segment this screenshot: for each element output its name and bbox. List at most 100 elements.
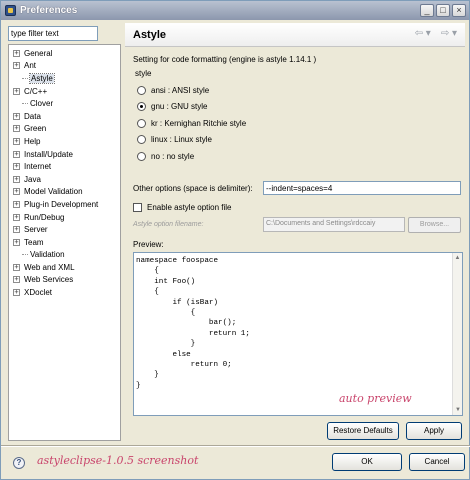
code-line: { [136,308,196,317]
tree-item[interactable]: + XDoclet [9,286,120,299]
tree-item-label: Green [24,124,47,134]
tree-item-label: Team [24,237,44,247]
expand-icon[interactable]: + [13,87,20,95]
tree-item[interactable]: + Data [9,110,120,123]
expand-icon[interactable]: + [13,175,20,183]
maximize-button[interactable]: □ [436,4,450,17]
tree-item[interactable]: + Team [9,236,120,249]
expand-icon[interactable]: + [13,62,20,70]
code-preview[interactable]: namespace foospace { int Foo() { if (isB… [133,252,463,416]
expand-icon[interactable]: + [13,163,20,171]
other-options-input[interactable] [263,181,461,195]
code-line: if (isBar) [136,298,219,307]
style-radio-option[interactable]: no : no style [137,148,246,165]
other-options-label: Other options (space is delimiter): [133,184,253,193]
enable-option-file-label: Enable astyle option file [147,203,232,212]
expand-icon[interactable]: + [13,200,20,208]
back-arrow-icon[interactable]: ⇦ ▾ [415,28,431,39]
tree-item-label: XDoclet [24,288,53,298]
style-radio-option[interactable]: linux : Linux style [137,132,246,149]
tree-item[interactable]: + Java [9,173,120,186]
tree-item-label: Model Validation [24,187,83,197]
expand-icon[interactable]: + [13,137,20,145]
tree-item[interactable]: Astyle [9,72,120,85]
tree-item-label: Ant [24,61,37,71]
tree-item[interactable]: + Web and XML [9,261,120,274]
code-line: { [136,267,159,276]
code-line: return 1; [136,329,250,338]
auto-preview-annotation: auto preview [339,392,412,405]
style-radio-option[interactable]: gnu : GNU style [137,99,246,116]
tree-item-label: Run/Debug [24,212,65,222]
tree-item-label: Data [24,111,41,121]
eclipse-app-icon [5,5,16,16]
tree-item[interactable]: + General [9,47,120,60]
expand-icon[interactable]: + [13,226,20,234]
tree-item[interactable]: + Server [9,223,120,236]
radio-button[interactable] [137,135,146,145]
expand-icon[interactable]: + [13,150,20,158]
ok-button[interactable]: OK [332,453,402,471]
tree-item[interactable]: + Internet [9,160,120,173]
expand-icon[interactable]: + [13,276,20,284]
expand-icon[interactable]: + [13,49,20,57]
tree-item[interactable]: + Run/Debug [9,211,120,224]
tree-item-label: Clover [30,99,54,109]
preview-scrollbar[interactable]: ▲ ▼ [452,253,462,415]
radio-button[interactable] [137,151,146,161]
tree-item[interactable]: + Model Validation [9,186,120,199]
radio-button[interactable] [137,118,146,128]
code-line: } [136,371,159,380]
style-option-label: linux : Linux style [151,135,212,145]
tree-item[interactable]: + Green [9,123,120,136]
style-option-label: no : no style [151,151,195,161]
filter-input[interactable] [8,26,98,41]
preview-label: Preview: [133,240,164,249]
tree-item-label: Server [24,225,48,235]
style-radio-option[interactable]: kr : Kernighan Ritchie style [137,115,246,132]
help-icon[interactable]: ? [13,457,25,469]
preferences-window: Preferences _ □ × +General+AntAstyle+C/C… [0,0,470,480]
tree-item-label: Web Services [24,275,74,285]
enable-option-file-checkbox[interactable]: Enable astyle option file [133,203,232,212]
tree-item-label: Web and XML [24,262,75,272]
checkbox-box[interactable] [133,203,142,212]
preview-code: namespace foospace { int Foo() { if (isB… [136,256,250,391]
apply-button[interactable]: Apply [406,422,462,440]
scroll-up-icon[interactable]: ▲ [453,253,462,263]
page-title: Astyle [133,29,167,41]
code-line: { [136,288,159,297]
tree-item[interactable]: + Help [9,135,120,148]
astyle-preference-page: Astyle ⇦ ▾ ⇨ ▾ Setting for code formatti… [125,23,465,445]
cancel-button[interactable]: Cancel [409,453,465,471]
tree-item-label: Java [24,174,41,184]
style-radio-option[interactable]: ansi : ANSI style [137,82,246,99]
tree-item[interactable]: + Ant [9,60,120,73]
code-line: int Foo() [136,277,196,286]
tree-item[interactable]: + Install/Update [9,148,120,161]
expand-icon[interactable]: + [13,289,20,297]
style-option-label: gnu : GNU style [151,102,208,112]
tree-item[interactable]: Clover [9,97,120,110]
tree-item[interactable]: + Web Services [9,274,120,287]
expand-icon[interactable]: + [13,188,20,196]
expand-icon[interactable]: + [13,125,20,133]
close-button[interactable]: × [452,4,466,17]
window-title: Preferences [20,5,78,16]
forward-arrow-icon[interactable]: ⇨ ▾ [441,28,457,39]
expand-icon[interactable]: + [13,238,20,246]
title-bar[interactable]: Preferences _ □ × [1,1,469,20]
minimize-button[interactable]: _ [420,4,434,17]
restore-defaults-button[interactable]: Restore Defaults [327,422,399,440]
tree-item[interactable]: + C/C++ [9,85,120,98]
tree-item[interactable]: Validation [9,249,120,262]
tree-item[interactable]: + Plug-in Development [9,198,120,211]
expand-icon[interactable]: + [13,112,20,120]
scroll-down-icon[interactable]: ▼ [453,405,462,415]
tree-connector [22,254,28,256]
radio-button[interactable] [137,102,146,112]
tree-item-label: Plug-in Development [24,199,99,209]
expand-icon[interactable]: + [13,213,20,221]
radio-button[interactable] [137,85,146,95]
expand-icon[interactable]: + [13,263,20,271]
